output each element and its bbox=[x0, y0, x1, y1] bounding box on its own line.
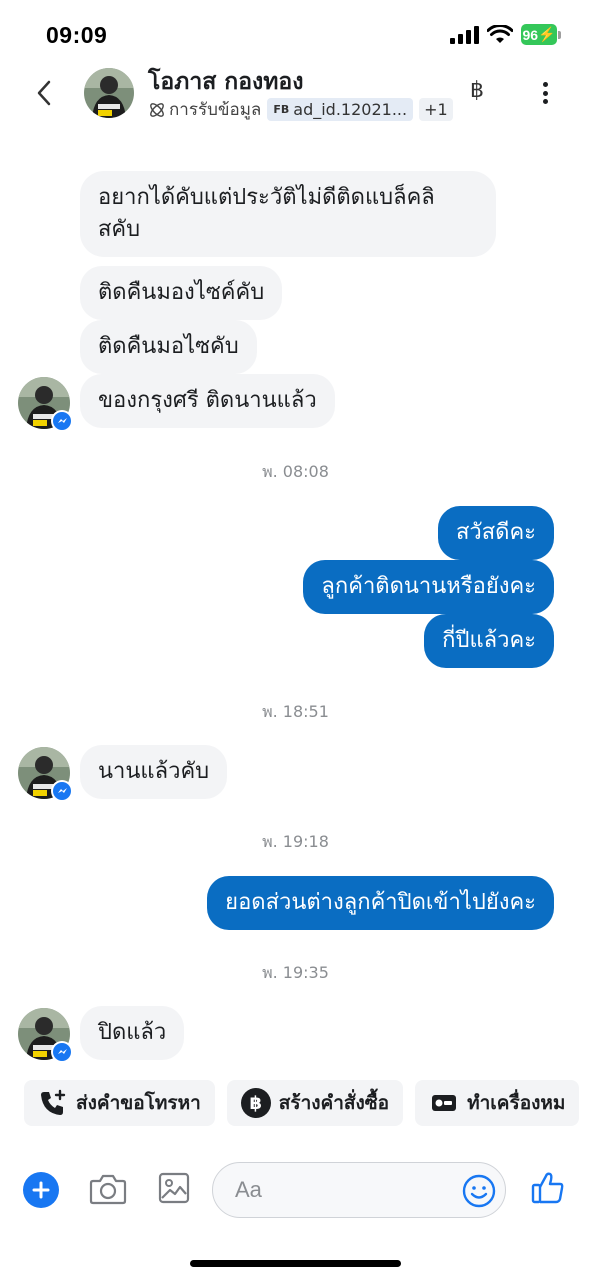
sender-avatar[interactable] bbox=[18, 1008, 73, 1063]
baht-symbol: ฿ bbox=[240, 1088, 271, 1118]
tag-prefix: FB bbox=[273, 103, 290, 116]
outgoing-message[interactable]: สวัสดีคะ bbox=[437, 506, 554, 560]
status-time: 09:09 bbox=[46, 22, 108, 48]
sender-avatar[interactable] bbox=[18, 377, 73, 432]
outgoing-message[interactable]: ลูกค้าติดนานหรือยังคะ bbox=[303, 560, 554, 614]
quick-action-label: ส่งคำขอโทรหา bbox=[76, 1092, 201, 1114]
messenger-icon bbox=[51, 780, 73, 802]
info-label[interactable]: การรับข้อมูล bbox=[148, 96, 261, 123]
quick-actions: ส่งคำขอโทรหา ฿ สร้างคำสั่งซื้อ ทำเครื่อง… bbox=[24, 1080, 580, 1126]
battery-level: 96 bbox=[522, 26, 539, 43]
header-subtitle: การรับข้อมูล FB ad_id.12021... +1 bbox=[148, 96, 453, 123]
mark-button[interactable]: ทำเครื่องหม bbox=[415, 1080, 580, 1126]
messenger-icon bbox=[51, 1041, 73, 1063]
message-text: สคับ bbox=[98, 217, 141, 242]
incoming-message[interactable]: ติดคืนมองไซค์คับ bbox=[80, 266, 283, 320]
tag-card-icon bbox=[429, 1088, 459, 1118]
extra-tags-count[interactable]: +1 bbox=[419, 98, 453, 121]
request-call-button[interactable]: ส่งคำขอโทรหา bbox=[24, 1080, 215, 1126]
phone-add-icon bbox=[38, 1088, 68, 1118]
incoming-message[interactable]: อยากได้คับแต่ประวัติไม่ดีติดแบล็คลิ สคับ bbox=[80, 171, 496, 257]
create-order-button[interactable]: ฿ สร้างคำสั่งซื้อ bbox=[226, 1080, 404, 1126]
baht-icon[interactable]: ฿ bbox=[470, 78, 484, 103]
incoming-message[interactable]: ปิดแล้ว bbox=[80, 1006, 185, 1060]
contact-name[interactable]: โอภาส กองทอง bbox=[148, 64, 303, 100]
battery-icon: 96 ⚡ bbox=[521, 24, 561, 45]
incoming-message[interactable]: ติดคืนมอไซคับ bbox=[80, 320, 257, 374]
timestamp: พ. 18:51 bbox=[262, 702, 329, 721]
baht-icon: ฿ bbox=[240, 1088, 271, 1118]
status-icons: 96 ⚡ bbox=[450, 24, 561, 45]
quick-action-label: ทำเครื่องหม bbox=[467, 1092, 566, 1114]
info-label-text: การรับข้อมูล bbox=[169, 100, 262, 120]
more-options-icon[interactable] bbox=[532, 78, 558, 108]
timestamp: พ. 19:18 bbox=[262, 832, 329, 851]
emoji-icon[interactable] bbox=[461, 1173, 497, 1213]
quick-action-label: สร้างคำสั่งซื้อ bbox=[278, 1092, 390, 1114]
plus-icon[interactable] bbox=[23, 1172, 59, 1208]
tag-text: ad_id.12021... bbox=[293, 100, 408, 119]
wifi-icon bbox=[487, 24, 513, 43]
message-input-box[interactable] bbox=[212, 1162, 506, 1218]
timestamp: พ. 08:08 bbox=[262, 462, 329, 481]
message-input[interactable] bbox=[235, 1177, 455, 1203]
contact-avatar[interactable] bbox=[84, 68, 134, 118]
chat-header: โอภาส กองทอง การรับข้อมูล FB ad_id.12021… bbox=[0, 60, 591, 130]
gallery-icon[interactable] bbox=[158, 1172, 190, 1208]
camera-icon[interactable] bbox=[89, 1172, 127, 1210]
outgoing-message[interactable]: ยอดส่วนต่างลูกค้าปิดเข้าไปยังคะ bbox=[207, 876, 554, 930]
chevron-left-icon bbox=[37, 80, 51, 106]
incoming-message[interactable]: ของกรุงศรี ติดนานแล้ว bbox=[80, 374, 335, 428]
message-text: อยากได้คับแต่ประวัติไม่ดีติดแบล็คลิ bbox=[98, 185, 435, 210]
incoming-message[interactable]: นานแล้วคับ bbox=[80, 745, 228, 799]
atom-icon bbox=[150, 102, 164, 117]
signal-icon bbox=[450, 25, 479, 44]
like-icon[interactable] bbox=[530, 1170, 566, 1210]
sender-avatar[interactable] bbox=[18, 747, 73, 802]
outgoing-message[interactable]: กี่ปีแล้วคะ bbox=[424, 614, 554, 668]
composer-bar bbox=[0, 1160, 591, 1220]
messenger-icon bbox=[51, 410, 73, 432]
home-indicator bbox=[190, 1260, 401, 1267]
timestamp: พ. 19:35 bbox=[262, 963, 329, 982]
back-button[interactable] bbox=[30, 78, 58, 108]
ad-tag[interactable]: FB ad_id.12021... bbox=[267, 98, 414, 121]
